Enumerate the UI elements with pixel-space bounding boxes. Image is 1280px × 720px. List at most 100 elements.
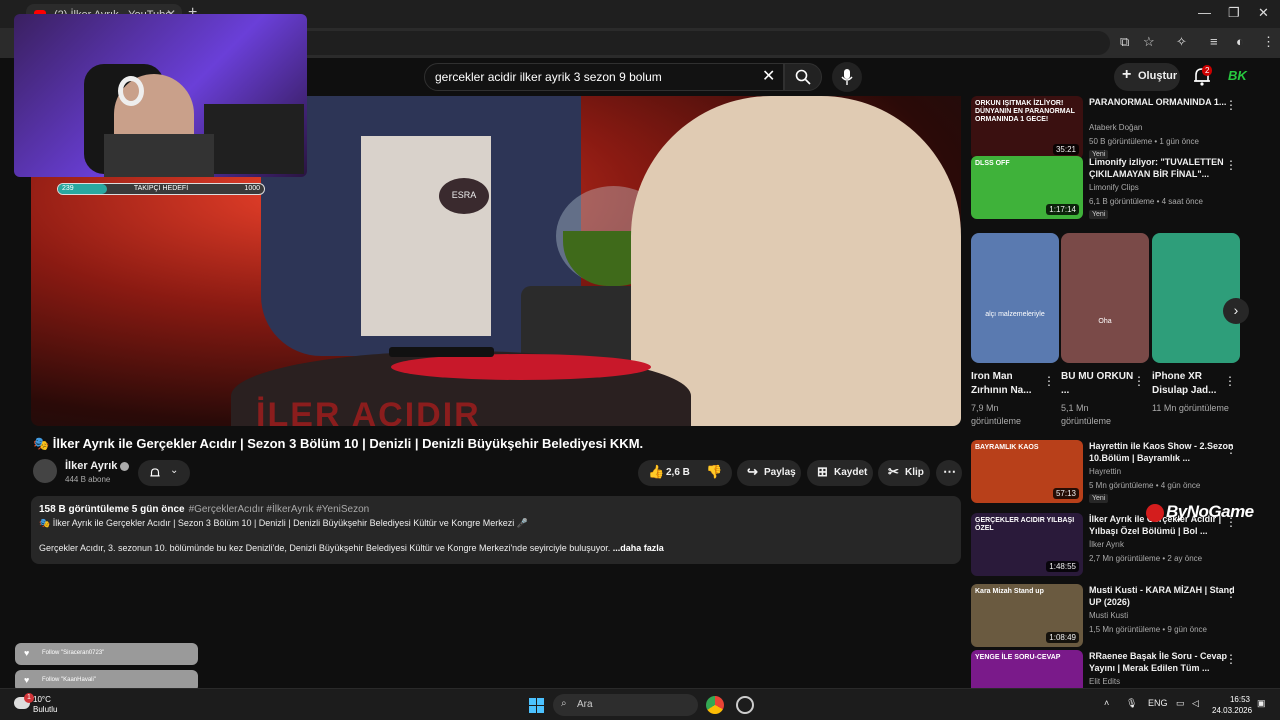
profile-icon[interactable]: ◐ xyxy=(1236,34,1244,49)
microphone-tray-icon[interactable]: 🎙 xyxy=(1126,698,1137,709)
cast-icon[interactable]: ⧉ xyxy=(1120,34,1129,50)
minimize-icon[interactable]: — xyxy=(1198,5,1211,20)
weather-condition: Bulutlu xyxy=(33,705,58,714)
notification-center-icon[interactable]: ▣ xyxy=(1257,698,1266,709)
sidebar-video-item[interactable]: BAYRAMLIK KAOS 57:13 Hayrettin ile Kaos Sh… xyxy=(971,440,1261,504)
sidebar-video-title[interactable]: RRaenee Başak İle Soru - Cevap Yayını | … xyxy=(1089,650,1239,674)
sidebar-channel-name[interactable]: Limonify Clips xyxy=(1089,183,1139,192)
time: 16:53 xyxy=(1229,695,1250,704)
video-frame-shirt xyxy=(361,136,491,336)
channel-name[interactable]: İlker Ayrık xyxy=(65,460,130,472)
more-options-icon[interactable]: ⋮ xyxy=(1224,374,1236,388)
sidebar-video-meta: 2,7 Mn görüntüleme • 2 ay önce xyxy=(1089,554,1203,563)
video-frame-table-top xyxy=(391,354,651,380)
maximize-icon[interactable]: ❐ xyxy=(1228,5,1240,21)
video-thumbnail[interactable]: ORKUN IŞITMAK İZLİYOR! DÜNYANIN EN PARAN… xyxy=(971,96,1083,159)
network-icon[interactable]: ▭ xyxy=(1176,698,1185,709)
sidebar-video-item[interactable]: Kara Mizah Stand up 1:08:49 Musti Kusti - … xyxy=(971,584,1261,648)
sidebar-video-title[interactable]: Hayrettin ile Kaos Show - 2.Sezon 10.Böl… xyxy=(1089,440,1239,464)
more-options-icon[interactable]: ⋮ xyxy=(1225,586,1237,600)
taskbar-search[interactable]: ⌕ Ara xyxy=(553,694,698,716)
webcam-streamer-shirt xyxy=(104,134,214,177)
bookmark-star-icon[interactable]: ☆ xyxy=(1143,34,1155,50)
obs-app-icon[interactable] xyxy=(736,696,754,714)
more-options-icon[interactable]: ⋮ xyxy=(1225,652,1237,666)
toast-text: Follow "KaanHavali" xyxy=(42,677,96,683)
clip-button[interactable]: ✂ Klip xyxy=(878,460,930,486)
volume-icon[interactable]: ◁ xyxy=(1192,698,1199,709)
create-button[interactable]: + Oluştur xyxy=(1114,63,1180,91)
share-button[interactable]: ↪ Paylaş xyxy=(737,460,801,486)
extensions-icon[interactable]: ✧ xyxy=(1176,34,1187,50)
short-thumbnail[interactable]: Oha xyxy=(1061,233,1149,363)
browser-menu-icon[interactable]: ⋮ xyxy=(1262,34,1275,50)
short-thumbnail[interactable] xyxy=(1152,233,1240,363)
video-thumbnail[interactable]: GERÇEKLER ACIDIR YILBAŞI ÖZEL 1:48:55 xyxy=(971,513,1083,576)
start-button[interactable] xyxy=(529,698,544,713)
follow-goal-label: TAKİPÇİ HEDEFİ xyxy=(133,185,189,192)
clip-label: Klip xyxy=(905,467,924,478)
video-description[interactable]: 158 B görüntüleme 5 gün önce #GerçeklerAc… xyxy=(31,496,961,564)
short-title[interactable]: iPhone XR Disulap Jad... xyxy=(1152,370,1230,398)
short-title[interactable]: BU MU ORKUN ... xyxy=(1061,370,1139,398)
short-caption: alçı malzemeleriyle xyxy=(985,311,1045,318)
sidebar-channel-name[interactable]: Ataberk Doğan xyxy=(1089,123,1142,132)
more-options-icon[interactable]: ⋮ xyxy=(1133,374,1145,388)
video-duration: 35:21 xyxy=(1052,144,1079,155)
shorts-next-button[interactable]: › xyxy=(1223,298,1249,324)
sidebar-video-item[interactable]: DLSS OFF 1:17:14 Limonify izliyor: "TUVALE… xyxy=(971,156,1261,220)
sidebar-video-item[interactable]: GERÇEKLER ACIDIR YILBAŞI ÖZEL 1:48:55 İlke… xyxy=(971,513,1261,577)
hashtags[interactable]: #GerçeklerAcıdır #İlkerAyrık #YeniSezon xyxy=(189,504,370,515)
sidebar-video-title[interactable]: Musti Kusti - KARA MİZAH | Stand UP (202… xyxy=(1089,584,1239,608)
video-thumbnail[interactable]: DLSS OFF 1:17:14 xyxy=(971,156,1083,219)
new-badge: Yeni xyxy=(1089,210,1109,219)
like-button[interactable]: 👍 2,6 B 👎 xyxy=(638,460,732,486)
share-label: Paylaş xyxy=(764,467,796,478)
more-options-icon[interactable]: ⋮ xyxy=(1225,158,1237,172)
window-close-icon[interactable]: ✕ xyxy=(1258,5,1269,21)
thumbnail-text: YENGE İLE SORU-CEVAP xyxy=(975,654,1061,661)
short-thumbnail[interactable]: alçı malzemeleriyle xyxy=(971,233,1059,363)
search-icon xyxy=(795,69,811,85)
thumbnail-text: BAYRAMLIK KAOS xyxy=(975,444,1039,451)
sidebar-channel-name[interactable]: İlker Ayrık xyxy=(1089,540,1124,549)
short-title[interactable]: Iron Man Zırhının Na... xyxy=(971,370,1049,398)
short-views: 5,1 Mn görüntüleme xyxy=(1061,403,1112,426)
heart-icon: ♥ xyxy=(24,675,30,685)
subscription-bell-button[interactable]: ⌄ xyxy=(138,460,190,486)
more-options-icon[interactable]: ⋮ xyxy=(1043,374,1055,388)
search-button[interactable] xyxy=(784,63,822,91)
voice-search-button[interactable] xyxy=(832,62,862,92)
reading-list-icon[interactable]: ≡ xyxy=(1210,34,1218,49)
sidebar-video-title[interactable]: PARANORMAL ORMANINDA 1... xyxy=(1089,96,1239,108)
video-thumbnail[interactable]: Kara Mizah Stand up 1:08:49 xyxy=(971,584,1083,647)
account-avatar[interactable]: BK xyxy=(1228,68,1247,83)
follow-goal-max: 1000 xyxy=(244,185,260,192)
search-input[interactable]: gercekler acidir ilker ayrik 3 sezon 9 b… xyxy=(424,63,784,91)
sidebar-video-title[interactable]: Limonify izliyor: "TUVALETTEN ÇIKILAMAYA… xyxy=(1089,156,1239,180)
show-more-link[interactable]: ...daha fazla xyxy=(613,543,664,553)
save-button[interactable]: ⊞ Kaydet xyxy=(807,460,873,486)
sidebar-video-item[interactable]: ORKUN IŞITMAK İZLİYOR! DÜNYANIN EN PARAN… xyxy=(971,96,1261,160)
more-actions-button[interactable]: ⋯ xyxy=(936,460,962,486)
more-options-icon[interactable]: ⋮ xyxy=(1225,98,1237,112)
language-indicator[interactable]: ENG xyxy=(1148,698,1168,708)
watermark-text: ByNoGame xyxy=(1166,502,1254,521)
watermark-logo-icon xyxy=(1146,503,1164,522)
heart-icon: ♥ xyxy=(24,648,30,658)
tray-overflow-icon[interactable]: ˄ xyxy=(1104,698,1109,708)
chevron-down-icon: ⌄ xyxy=(170,465,179,476)
clear-search-icon[interactable]: ✕ xyxy=(762,66,775,86)
thumbnail-text: ORKUN IŞITMAK İZLİYOR! DÜNYANIN EN PARAN… xyxy=(975,100,1075,123)
chrome-app-icon[interactable] xyxy=(706,696,724,714)
video-duration: 1:08:49 xyxy=(1046,632,1079,643)
short-views: 7,9 Mn görüntüleme xyxy=(971,403,1022,426)
scissors-icon: ✂ xyxy=(888,464,899,479)
channel-avatar[interactable] xyxy=(33,459,57,483)
more-options-icon[interactable]: ⋮ xyxy=(1225,442,1237,456)
clock[interactable]: 16:53 24.03.2026 xyxy=(1212,694,1252,716)
sidebar-channel-name[interactable]: Hayrettin xyxy=(1089,467,1121,476)
sidebar-channel-name[interactable]: Musti Kusti xyxy=(1089,611,1128,620)
sidebar-channel-name[interactable]: Elit Edits xyxy=(1089,677,1120,686)
video-thumbnail[interactable]: BAYRAMLIK KAOS 57:13 xyxy=(971,440,1083,503)
